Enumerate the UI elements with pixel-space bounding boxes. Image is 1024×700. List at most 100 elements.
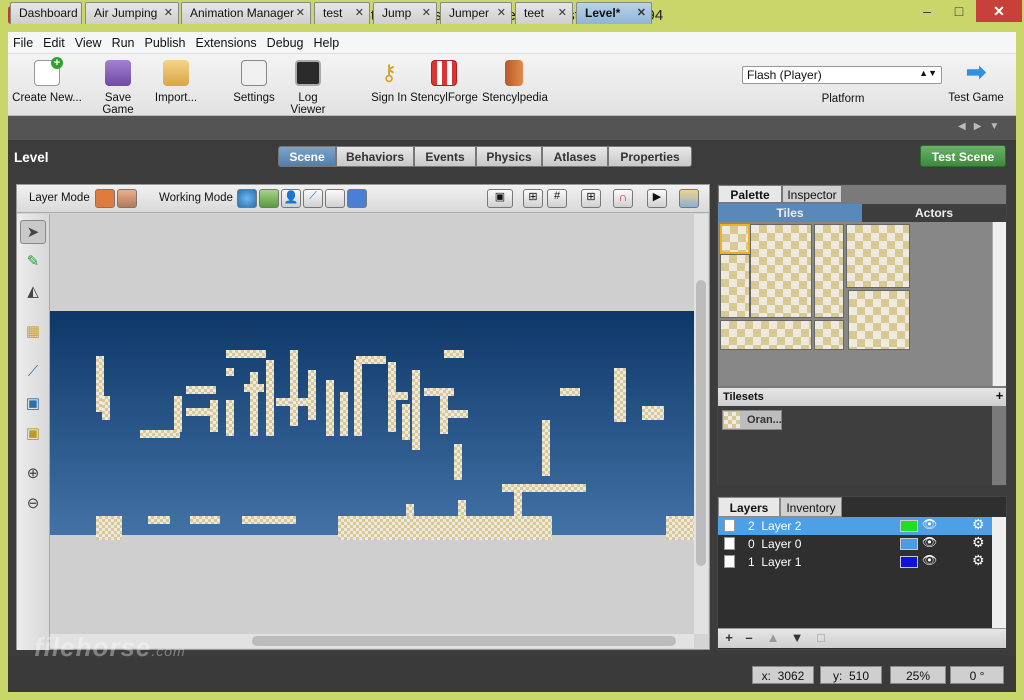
play-icon[interactable]: ▶ <box>647 189 667 208</box>
tab-behaviors[interactable]: Behaviors <box>336 146 414 167</box>
pencil-tool-icon[interactable]: ✎ <box>20 250 46 274</box>
globe-icon[interactable] <box>237 189 257 208</box>
magnet-icon[interactable]: ∩ <box>613 189 633 208</box>
menu-run[interactable]: Run <box>107 32 140 50</box>
tab-scroll-arrows-icon[interactable]: ◀▶▼ <box>958 121 1007 132</box>
tab-inventory[interactable]: Inventory <box>780 497 842 517</box>
tab-tiles[interactable]: Tiles <box>718 204 862 222</box>
tile-selected[interactable] <box>720 224 750 254</box>
eye-icon[interactable]: 👁 <box>922 517 937 531</box>
tile[interactable] <box>720 254 750 318</box>
platform-select[interactable]: Flash (Player) ▲▼ <box>742 66 942 84</box>
stencylforge-button[interactable]: StencylForge <box>410 60 478 104</box>
tile[interactable] <box>814 320 844 350</box>
create-new-button[interactable]: + Create New... <box>12 57 82 104</box>
rotation-readout[interactable]: 0 ° <box>950 666 1004 684</box>
menu-help[interactable]: Help <box>309 32 345 50</box>
stencylpedia-button[interactable]: Stencylpedia <box>482 60 548 104</box>
layer-mode-multi-icon[interactable] <box>117 189 137 208</box>
close-button[interactable]: ✕ <box>976 0 1022 22</box>
scene-canvas[interactable] <box>50 214 694 634</box>
tab-scene[interactable]: Scene <box>278 146 336 167</box>
path-icon[interactable]: ⟋ <box>303 189 323 208</box>
tile[interactable] <box>846 224 910 288</box>
tab-close-icon[interactable]: ✕ <box>164 6 173 19</box>
fill-bucket-icon[interactable]: ◭ <box>20 280 46 304</box>
tile[interactable] <box>750 224 812 318</box>
tiles-scrollbar[interactable] <box>992 222 1006 386</box>
maximize-button[interactable]: □ <box>944 0 974 22</box>
layers-scrollbar[interactable] <box>992 517 1006 628</box>
pointer-tool-icon[interactable]: ➤ <box>20 220 46 244</box>
menu-publish[interactable]: Publish <box>140 32 191 50</box>
test-scene-button[interactable]: Test Scene <box>920 145 1006 167</box>
layer-options-button[interactable]: □ <box>812 630 830 648</box>
layer-color-swatch[interactable] <box>900 556 918 568</box>
menu-extensions[interactable]: Extensions <box>191 32 262 50</box>
tab-inspector[interactable]: Inspector <box>782 185 842 203</box>
tile[interactable] <box>848 290 910 350</box>
vertical-scroll-thumb[interactable] <box>696 280 706 566</box>
import-button[interactable]: Import... <box>150 60 202 104</box>
tab-animation-manager[interactable]: Animation Manager ✕ <box>181 2 311 24</box>
gear-icon[interactable]: ⚙ <box>972 516 985 533</box>
horizontal-scroll-thumb[interactable] <box>252 636 676 646</box>
menu-file[interactable]: File <box>8 32 38 50</box>
tab-jump[interactable]: Jump ✕ <box>373 2 437 24</box>
tab-close-icon[interactable]: ✕ <box>296 6 305 19</box>
add-tileset-button[interactable]: + <box>993 388 1006 406</box>
tab-atlases[interactable]: Atlases <box>542 146 608 167</box>
sign-in-button[interactable]: ⚷ Sign In <box>368 60 410 104</box>
log-viewer-button[interactable]: Log Viewer <box>280 60 336 116</box>
tab-palette[interactable]: Palette <box>718 185 782 203</box>
tab-properties[interactable]: Properties <box>608 146 692 167</box>
grid-icon[interactable]: # <box>547 189 567 208</box>
tab-close-icon[interactable]: ✕ <box>637 6 646 19</box>
minimize-button[interactable]: – <box>912 0 942 22</box>
region-icon[interactable] <box>325 189 345 208</box>
tab-jumper[interactable]: Jumper ✕ <box>440 2 512 24</box>
move-layer-down-button[interactable]: ▼ <box>788 630 806 648</box>
save-game-button[interactable]: Save Game <box>88 60 148 116</box>
tab-test[interactable]: test ✕ <box>314 2 370 24</box>
tile-stamp-icon[interactable]: ▦ <box>20 320 46 344</box>
tab-close-icon[interactable]: ✕ <box>355 6 364 19</box>
tile[interactable] <box>814 224 844 318</box>
eye-icon[interactable]: 👁 <box>922 535 937 549</box>
tab-level[interactable]: Level* ✕ <box>576 2 652 24</box>
layer-row-0[interactable]: 0 Layer 0 👁 ⚙ <box>718 534 992 553</box>
camera-icon[interactable]: ▣ <box>487 189 513 208</box>
tab-close-icon[interactable]: ✕ <box>422 6 431 19</box>
zoom-readout[interactable]: 25% <box>890 666 946 684</box>
tab-actors[interactable]: Actors <box>862 204 1006 222</box>
terrain-icon[interactable] <box>347 189 367 208</box>
image-icon[interactable] <box>259 189 279 208</box>
tab-teet[interactable]: teet ✕ <box>515 2 573 24</box>
zoom-out-icon[interactable]: ⊖ <box>20 492 46 516</box>
line-tool-icon[interactable]: ⟋ <box>20 360 46 384</box>
tab-dashboard[interactable]: Dashboard <box>10 2 82 24</box>
layer-color-swatch[interactable] <box>900 538 918 550</box>
layer-row-1[interactable]: 1 Layer 1 👁 ⚙ <box>718 552 992 571</box>
move-layer-up-button[interactable]: ▲ <box>764 630 782 648</box>
menu-view[interactable]: View <box>70 32 107 50</box>
tab-air-jumping[interactable]: Air Jumping ✕ <box>85 2 179 24</box>
settings-button[interactable]: Settings <box>232 60 276 104</box>
tab-layers[interactable]: Layers <box>718 497 780 517</box>
layer-color-swatch[interactable] <box>900 520 918 532</box>
zoom-in-icon[interactable]: ⊕ <box>20 462 46 486</box>
remove-layer-button[interactable]: – <box>740 630 758 648</box>
tile[interactable] <box>720 320 812 350</box>
add-layer-button[interactable]: + <box>720 630 738 648</box>
grid-view-icon[interactable]: ⊞ <box>523 189 543 208</box>
rectangle-tool-icon[interactable]: ▣ <box>20 392 46 416</box>
tab-close-icon[interactable]: ✕ <box>558 6 567 19</box>
region-tool-icon[interactable]: ▣ <box>20 422 46 446</box>
gear-icon[interactable]: ⚙ <box>972 534 985 551</box>
grid-settings-icon[interactable]: ⊞ <box>581 189 601 208</box>
tab-physics[interactable]: Physics <box>476 146 542 167</box>
layer-mode-single-icon[interactable] <box>95 189 115 208</box>
tab-events[interactable]: Events <box>414 146 476 167</box>
eye-icon[interactable]: 👁 <box>922 553 937 567</box>
gear-icon[interactable]: ⚙ <box>972 552 985 569</box>
